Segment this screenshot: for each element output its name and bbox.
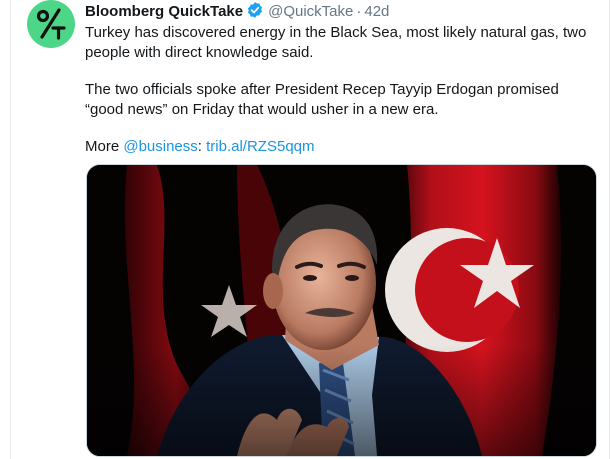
mention-link[interactable]: @business — [123, 138, 197, 155]
tweet-media-photo[interactable] — [86, 164, 597, 457]
colon: : — [197, 138, 202, 155]
author-name[interactable]: Bloomberg QuickTake — [85, 3, 243, 20]
tweet-timestamp[interactable]: 42d — [364, 3, 389, 20]
avatar[interactable] — [27, 0, 75, 48]
tweet[interactable]: Bloomberg QuickTake @QuickTake · 42d Turkey… — [11, 0, 609, 459]
bloomberg-quicktake-logo-icon — [36, 8, 66, 40]
more-prefix: More — [85, 138, 124, 155]
header-separator: · — [356, 3, 362, 20]
verified-badge-icon — [246, 1, 264, 25]
tweet-text-paragraph-1: Turkey has discovered energy in the Blac… — [85, 24, 587, 61]
author-handle[interactable]: @QuickTake — [268, 3, 353, 20]
tweet-text-more: More @business: trib.al/RZS5qqm — [85, 137, 595, 157]
tweet-text-paragraph-2: The two officials spoke after President … — [85, 81, 559, 118]
timeline-right-border — [609, 0, 610, 459]
photo-erdogan-with-flags — [87, 165, 596, 456]
tweet-header: Bloomberg QuickTake @QuickTake · 42d — [85, 1, 389, 23]
short-url-link[interactable]: trib.al/RZS5qqm — [206, 138, 314, 155]
